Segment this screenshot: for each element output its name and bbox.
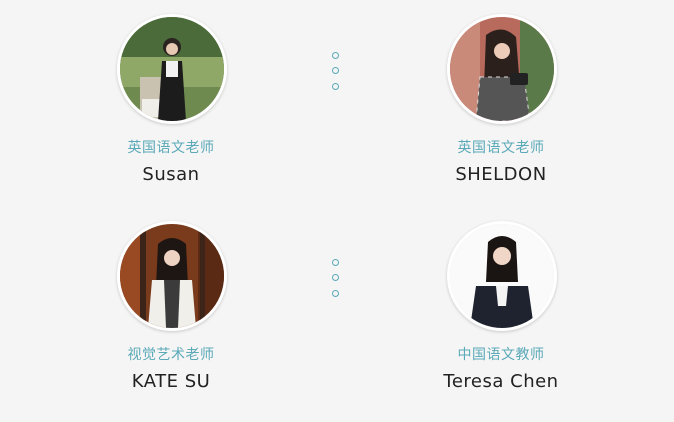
teacher-photo-sheldon xyxy=(447,14,557,124)
divider-dot xyxy=(332,274,339,281)
teacher-photo-susan xyxy=(117,14,227,124)
teacher-card-sheldon[interactable]: 英国语文老师 SHELDON xyxy=(401,0,601,200)
divider-dot xyxy=(332,259,339,266)
divider-dot xyxy=(332,290,339,297)
teacher-photo-teresa-chen xyxy=(447,221,557,331)
teacher-photo-kate-su xyxy=(117,221,227,331)
teacher-name: Susan xyxy=(142,164,200,185)
divider-dot xyxy=(332,52,339,59)
divider-dot xyxy=(332,83,339,90)
teacher-role: 英国语文老师 xyxy=(127,140,215,156)
divider-dot xyxy=(332,67,339,74)
teacher-role: 中国语文教师 xyxy=(457,347,545,363)
divider-dots xyxy=(332,259,342,299)
teacher-role: 英国语文老师 xyxy=(457,140,545,156)
divider-dots xyxy=(332,52,342,92)
teacher-card-kate-su[interactable]: 视觉艺术老师 KATE SU xyxy=(71,206,271,406)
teacher-role: 视觉艺术老师 xyxy=(127,347,215,363)
teacher-grid: 英国语文老师 Susan 英国语文老师 SHELDON 视觉艺术老师 KATE … xyxy=(0,0,674,422)
teacher-name: KATE SU xyxy=(131,371,211,392)
teacher-name: SHELDON xyxy=(455,164,547,185)
teacher-name: Teresa Chen xyxy=(443,371,559,392)
teacher-card-teresa-chen[interactable]: 中国语文教师 Teresa Chen xyxy=(401,206,601,406)
teacher-card-susan[interactable]: 英国语文老师 Susan xyxy=(71,0,271,200)
